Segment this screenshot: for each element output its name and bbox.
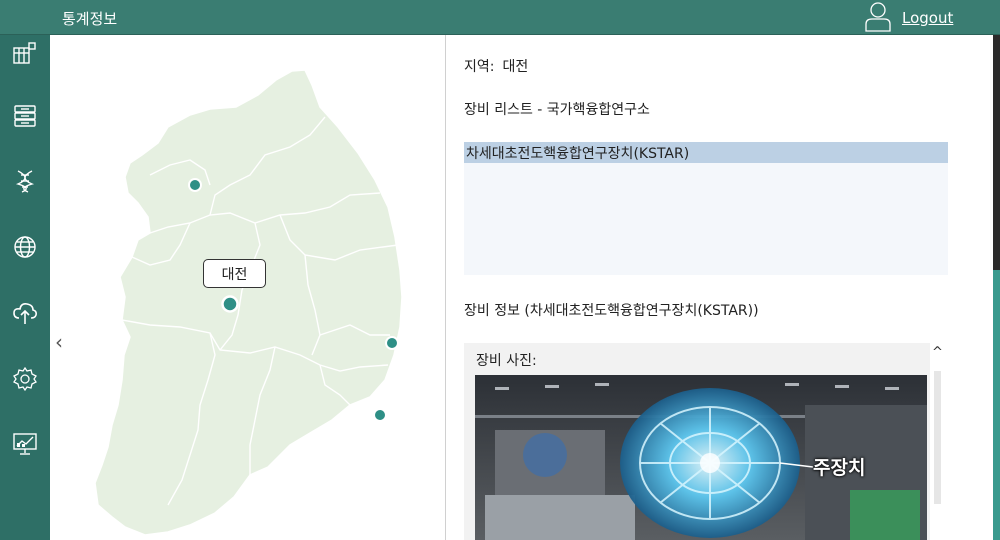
equipment-photo: 주장치: [475, 375, 927, 540]
equipment-info-title: 장비 정보 (차세대초전도핵융합연구장치(KSTAR)): [464, 303, 759, 319]
user-icon[interactable]: [865, 2, 891, 32]
server-stack-icon[interactable]: [9, 100, 41, 132]
top-bar: 통계정보 Logout: [0, 0, 1000, 35]
monitor-chart-icon[interactable]: [9, 428, 41, 460]
window-scrollbar-accent: [993, 270, 1000, 540]
equipment-list-item[interactable]: 차세대초전도핵융합연구장치(KSTAR): [464, 142, 948, 163]
region-label: 지역:: [464, 59, 495, 75]
globe-network-icon[interactable]: [9, 231, 41, 263]
equipment-info-box: 장비 사진: 주장치: [464, 343, 930, 540]
settings-gear-icon[interactable]: [9, 363, 41, 395]
page-title: 통계정보: [62, 10, 118, 28]
marker-ulsan: [373, 408, 387, 422]
detail-panel: 지역: 대전 장비 리스트 - 국가핵융합연구소 차세대초전도핵융합연구장치(KS…: [447, 35, 993, 540]
region-tooltip: 대전: [203, 259, 266, 288]
region-value: 대전: [502, 59, 529, 75]
scroll-up-arrow[interactable]: ^: [932, 345, 943, 360]
cloud-upload-icon[interactable]: [9, 297, 41, 329]
window-scrollbar-thumb[interactable]: [993, 35, 1000, 270]
photo-label: 장비 사진:: [476, 353, 537, 369]
marker-daejeon: [221, 295, 239, 313]
logout-link[interactable]: Logout: [902, 9, 953, 27]
land-outline: [94, 69, 403, 536]
info-scrollbar[interactable]: [934, 371, 941, 504]
photo-caption: 주장치: [813, 457, 866, 479]
equipment-list-title: 장비 리스트 - 국가핵융합연구소: [464, 102, 650, 118]
dashboard-grid-icon[interactable]: [9, 38, 41, 70]
sidebar: [0, 35, 50, 540]
marker-pohang: [385, 336, 399, 350]
dna-icon[interactable]: [9, 165, 41, 197]
app-window: 통계정보 Logout ‹ 대전 지역: 대전 장비 리스트 - 국가핵융합연구…: [0, 0, 1000, 540]
marker-seoul: [188, 178, 202, 192]
map-panel: ‹ 대전: [50, 35, 446, 540]
equipment-list[interactable]: 차세대초전도핵융합연구장치(KSTAR): [464, 142, 948, 275]
region-info: 지역: 대전: [464, 56, 536, 76]
prev-arrow[interactable]: ‹: [55, 330, 63, 354]
